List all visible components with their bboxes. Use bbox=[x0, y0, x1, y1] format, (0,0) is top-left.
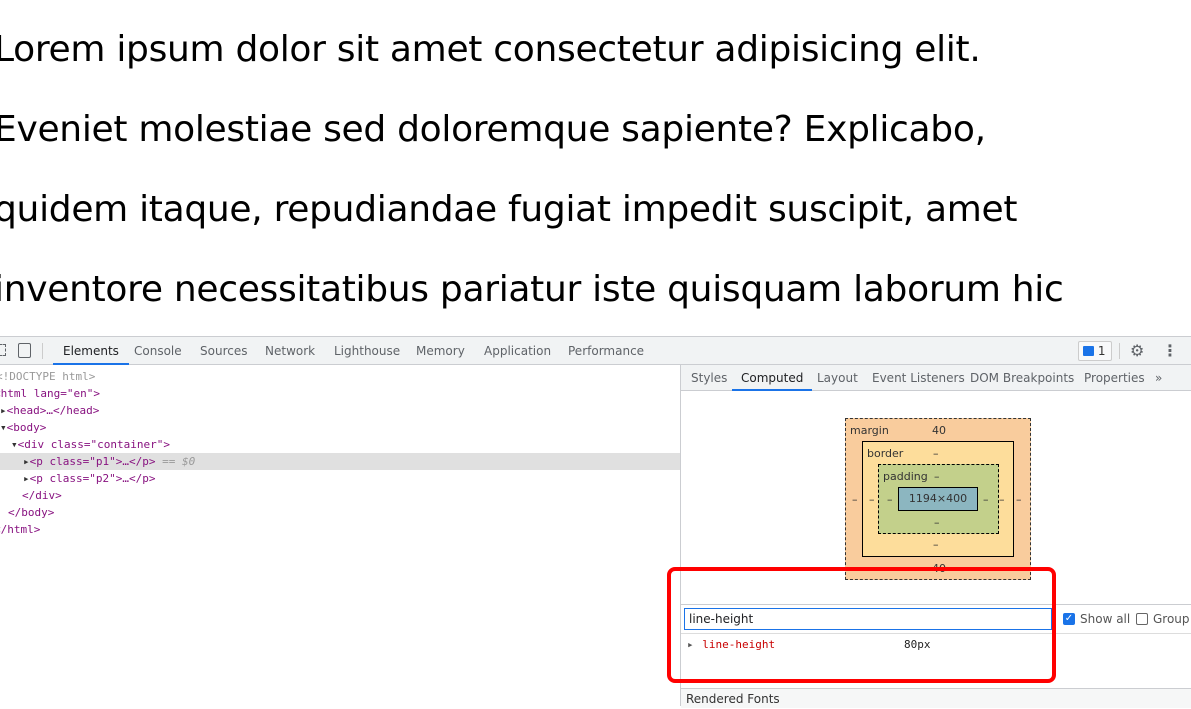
show-all-label[interactable]: Show all bbox=[1080, 612, 1130, 626]
settings-gear-icon[interactable]: ⚙ bbox=[1130, 341, 1144, 361]
tab-dom-breakpoints[interactable]: DOM Breakpoints bbox=[970, 365, 1074, 391]
expand-arrow-icon[interactable]: ▸ bbox=[23, 472, 30, 485]
html-tag: <html lang="en"> bbox=[0, 387, 100, 400]
expand-arrow-icon[interactable]: ▸ bbox=[0, 404, 7, 417]
tab-elements[interactable]: Elements bbox=[53, 337, 129, 365]
p2-tag: <p class="p2">…</p> bbox=[29, 472, 156, 485]
dom-node-body-close[interactable]: </body> bbox=[0, 504, 680, 521]
padding-left-value[interactable]: – bbox=[887, 493, 893, 506]
dom-node-div-container[interactable]: ▾<div class="container"> bbox=[11, 436, 680, 453]
border-left-value[interactable]: – bbox=[869, 493, 875, 506]
dom-node-p2[interactable]: ▸<p class="p2">…</p> bbox=[0, 470, 680, 487]
tab-styles[interactable]: Styles bbox=[691, 365, 727, 391]
more-options-icon[interactable]: ⋮ bbox=[1162, 341, 1178, 361]
show-all-checkbox[interactable]: ✓ bbox=[1063, 613, 1075, 625]
tab-network[interactable]: Network bbox=[265, 337, 315, 365]
div-tag: <div class="container"> bbox=[17, 438, 170, 451]
dom-node-doctype[interactable]: <!DOCTYPE html> bbox=[0, 368, 676, 385]
border-bottom-value[interactable]: – bbox=[933, 538, 939, 551]
devtools-toolbar: Elements Console Sources Network Lightho… bbox=[0, 337, 1191, 365]
text-line: Eveniet molestiae sed doloremque sapient… bbox=[0, 109, 986, 150]
inspect-element-icon[interactable] bbox=[0, 344, 6, 356]
dom-node-html[interactable]: <html lang="en"> bbox=[0, 385, 674, 402]
border-right-value[interactable]: – bbox=[999, 493, 1005, 506]
box-model-content[interactable]: 1194×400 bbox=[898, 487, 978, 511]
box-model-border[interactable]: border – – – – padding – – – – 1194×400 bbox=[862, 441, 1014, 557]
tab-performance[interactable]: Performance bbox=[568, 337, 644, 365]
tab-lighthouse[interactable]: Lighthouse bbox=[334, 337, 400, 365]
collapse-arrow-icon[interactable]: ▾ bbox=[11, 438, 18, 451]
head-tag: <head>…</head> bbox=[6, 404, 100, 417]
tab-computed[interactable]: Computed bbox=[732, 365, 813, 391]
padding-label: padding bbox=[883, 470, 928, 483]
rendered-fonts-section[interactable]: Rendered Fonts bbox=[681, 688, 1191, 708]
dom-node-body[interactable]: ▾<body> bbox=[0, 419, 680, 436]
sidebar-tabs: Styles Computed Layout Event Listeners D… bbox=[681, 365, 1191, 391]
border-label: border bbox=[867, 447, 904, 460]
issues-button[interactable]: 1 bbox=[1078, 341, 1112, 361]
group-checkbox[interactable] bbox=[1136, 613, 1148, 625]
body-tag: <body> bbox=[6, 421, 47, 434]
message-icon bbox=[1083, 346, 1094, 356]
tab-console[interactable]: Console bbox=[134, 337, 182, 365]
p1-tag: <p class="p1">…</p> bbox=[29, 455, 156, 468]
text-line: inventore necessitatibus pariatur iste q… bbox=[0, 269, 1064, 310]
group-label[interactable]: Group bbox=[1153, 612, 1190, 626]
padding-bottom-value[interactable]: – bbox=[934, 516, 940, 529]
device-toggle-icon[interactable] bbox=[18, 343, 31, 358]
box-model-padding[interactable]: padding – – – – 1194×400 bbox=[878, 464, 999, 534]
padding-top-value[interactable]: – bbox=[934, 470, 940, 483]
highlight-annotation-box bbox=[667, 567, 1056, 683]
divider bbox=[42, 343, 43, 359]
tab-layout[interactable]: Layout bbox=[817, 365, 858, 391]
margin-label: margin bbox=[850, 424, 889, 437]
dom-node-p1[interactable]: ▸<p class="p1">…</p> == $0 bbox=[0, 453, 680, 470]
collapse-arrow-icon[interactable]: ▾ bbox=[0, 421, 7, 434]
more-tabs-chevron-icon[interactable]: » bbox=[1155, 365, 1162, 391]
page-paragraph: Lorem ipsum dolor sit amet consectetur a… bbox=[0, 10, 1191, 330]
margin-top-value[interactable]: 40 bbox=[932, 424, 946, 437]
border-top-value[interactable]: – bbox=[933, 447, 939, 460]
dom-node-head[interactable]: ▸<head>…</head> bbox=[0, 402, 680, 419]
margin-left-value[interactable]: – bbox=[852, 493, 858, 506]
tab-sources[interactable]: Sources bbox=[200, 337, 247, 365]
tab-memory[interactable]: Memory bbox=[416, 337, 465, 365]
divider bbox=[1119, 343, 1120, 359]
selected-marker: == $0 bbox=[155, 455, 196, 468]
margin-right-value[interactable]: – bbox=[1016, 493, 1022, 506]
elements-tree: <!DOCTYPE html> <html lang="en"> ▸<head>… bbox=[0, 365, 680, 706]
issues-count: 1 bbox=[1097, 344, 1106, 358]
dom-node-div-close[interactable]: </div> bbox=[0, 487, 680, 504]
text-line: quidem itaque, repudiandae fugiat impedi… bbox=[0, 189, 1018, 230]
tab-properties[interactable]: Properties bbox=[1084, 365, 1145, 391]
padding-right-value[interactable]: – bbox=[983, 493, 989, 506]
box-model-margin[interactable]: margin 40 40 – – border – – – – padding … bbox=[845, 418, 1031, 580]
expand-arrow-icon[interactable]: ▸ bbox=[23, 455, 30, 468]
dom-node-html-close[interactable]: </html> bbox=[0, 521, 674, 538]
tab-event-listeners[interactable]: Event Listeners bbox=[872, 365, 965, 391]
text-line: Lorem ipsum dolor sit amet consectetur a… bbox=[0, 29, 981, 70]
tab-application[interactable]: Application bbox=[484, 337, 551, 365]
